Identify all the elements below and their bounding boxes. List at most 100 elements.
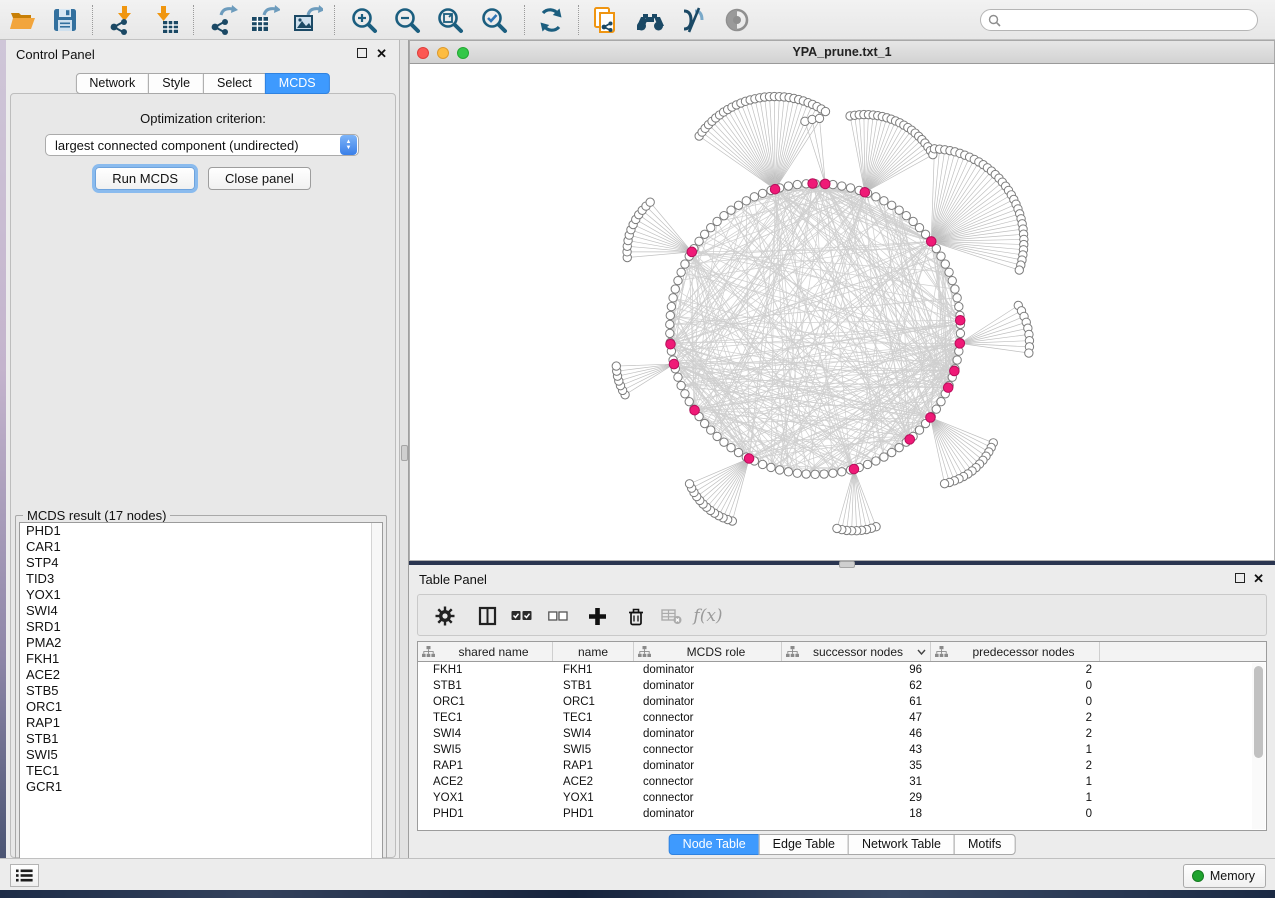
mcds-result-list[interactable]: PHD1CAR1STP4TID3YOX1SWI4SRD1PMA2FKH1ACE2… — [19, 522, 383, 881]
close-table-panel-icon[interactable]: ✕ — [1253, 571, 1264, 587]
table-row[interactable]: ORC1ORC1dominator610 — [418, 694, 1266, 710]
table-row[interactable]: SWI5SWI5connector431 — [418, 742, 1266, 758]
close-panel-icon[interactable]: ✕ — [376, 46, 387, 62]
save-session-button[interactable] — [47, 3, 83, 37]
list-item[interactable]: TEC1 — [20, 763, 382, 779]
control-panel: Control Panel ✕ NetworkStyleSelectMCDS O… — [6, 40, 400, 862]
fx-icon: f(x) — [693, 606, 722, 626]
list-item[interactable]: RAP1 — [20, 715, 382, 731]
show-columns-button[interactable] — [474, 604, 500, 628]
list-item[interactable]: ACE2 — [20, 667, 382, 683]
open-file-button[interactable] — [5, 3, 41, 37]
table-row[interactable]: STB1STB1dominator620 — [418, 678, 1266, 694]
unselect-all-columns-button[interactable] — [545, 604, 571, 628]
tab-network-table[interactable]: Network Table — [848, 834, 955, 855]
memory-status-icon — [1192, 870, 1204, 882]
select-all-columns-button[interactable] — [508, 604, 534, 628]
table-scrollbar-thumb[interactable] — [1254, 666, 1263, 758]
tab-select[interactable]: Select — [203, 73, 266, 94]
new-network-from-selection-button[interactable] — [588, 3, 624, 37]
zoom-in-button[interactable] — [346, 3, 382, 37]
save-session-icon — [51, 6, 79, 34]
zoom-fit-button[interactable] — [432, 3, 468, 37]
table-row[interactable]: RAP1RAP1dominator352 — [418, 758, 1266, 774]
search-box[interactable] — [980, 9, 1258, 31]
column-header-predecessor-nodes[interactable]: predecessor nodes — [931, 642, 1100, 661]
splitter-grip[interactable] — [401, 445, 408, 461]
export-image-button[interactable] — [289, 3, 325, 37]
delete-table-icon — [661, 607, 682, 625]
import-network-button[interactable] — [104, 3, 140, 37]
cell-shared-name: ORC1 — [418, 694, 553, 710]
list-item[interactable]: STP4 — [20, 555, 382, 571]
tab-node-table[interactable]: Node Table — [669, 834, 760, 855]
function-builder-button[interactable]: f(x) — [695, 604, 721, 628]
table-row[interactable]: TEC1TEC1connector472 — [418, 710, 1266, 726]
run-mcds-button[interactable]: Run MCDS — [95, 167, 195, 190]
table-row[interactable]: YOX1YOX1connector291 — [418, 790, 1266, 806]
task-history-button[interactable] — [10, 864, 39, 887]
refresh-button[interactable] — [533, 3, 569, 37]
create-column-button[interactable] — [584, 604, 610, 628]
gear-icon — [435, 606, 455, 626]
network-canvas[interactable] — [409, 64, 1275, 561]
panel-splitter[interactable] — [400, 40, 409, 862]
zoom-selected-button[interactable] — [476, 3, 512, 37]
export-network-button[interactable] — [205, 3, 241, 37]
node-table: shared namenameMCDS rolesuccessor nodesp… — [417, 641, 1267, 831]
import-table-button[interactable] — [148, 3, 184, 37]
table-row[interactable]: ACE2ACE2connector311 — [418, 774, 1266, 790]
list-item[interactable]: PMA2 — [20, 635, 382, 651]
zoom-out-button[interactable] — [389, 3, 425, 37]
delete-table-button[interactable] — [658, 604, 684, 628]
table-row[interactable]: FKH1FKH1dominator962 — [418, 662, 1266, 678]
list-item[interactable]: STB5 — [20, 683, 382, 699]
tab-edge-table[interactable]: Edge Table — [759, 834, 849, 855]
search-input[interactable] — [1006, 13, 1236, 27]
cell-predecessor-nodes: 2 — [931, 726, 1100, 742]
network-window-titlebar[interactable]: YPA_prune.txt_1 — [409, 40, 1275, 64]
table-row[interactable]: PHD1PHD1dominator180 — [418, 806, 1266, 822]
cell-successor-nodes: 18 — [782, 806, 931, 822]
hide-details-button[interactable] — [675, 3, 711, 37]
column-header-shared-name[interactable]: shared name — [418, 642, 553, 661]
mcds-list-scrollbar[interactable] — [371, 523, 382, 880]
list-item[interactable]: SWI4 — [20, 603, 382, 619]
application-window: Control Panel ✕ NetworkStyleSelectMCDS O… — [0, 0, 1275, 898]
tab-style[interactable]: Style — [148, 73, 204, 94]
close-panel-button[interactable]: Close panel — [208, 167, 311, 190]
export-table-button[interactable] — [246, 3, 282, 37]
tab-network[interactable]: Network — [75, 73, 149, 94]
delete-column-button[interactable] — [623, 604, 649, 628]
column-header-name[interactable]: name — [553, 642, 634, 661]
list-item[interactable]: CAR1 — [20, 539, 382, 555]
table-panel-tabs: Node TableEdge TableNetwork TableMotifs — [669, 834, 1016, 855]
first-neighbors-button[interactable] — [632, 3, 668, 37]
float-table-panel-icon[interactable] — [1235, 573, 1245, 583]
list-item[interactable]: SRD1 — [20, 619, 382, 635]
tab-motifs[interactable]: Motifs — [954, 834, 1015, 855]
table-scrollbar[interactable] — [1252, 663, 1265, 829]
show-details-button[interactable] — [719, 3, 755, 37]
list-item[interactable]: FKH1 — [20, 651, 382, 667]
select-stepper-icon: ▲▼ — [340, 135, 357, 155]
list-item[interactable]: YOX1 — [20, 587, 382, 603]
list-item[interactable]: ORC1 — [20, 699, 382, 715]
table-row[interactable]: SWI4SWI4dominator462 — [418, 726, 1266, 742]
table-panel-titlebar: Table Panel ✕ — [409, 565, 1275, 591]
list-item[interactable]: STB1 — [20, 731, 382, 747]
optimization-criterion-select[interactable]: largest connected component (undirected)… — [45, 134, 359, 156]
list-item[interactable]: TID3 — [20, 571, 382, 587]
memory-button[interactable]: Memory — [1183, 864, 1266, 888]
list-item[interactable]: SWI5 — [20, 747, 382, 763]
table-settings-button[interactable] — [432, 604, 458, 628]
column-header-MCDS-role[interactable]: MCDS role — [634, 642, 782, 661]
float-panel-icon[interactable] — [357, 48, 367, 58]
tab-mcds[interactable]: MCDS — [265, 73, 330, 94]
list-item[interactable]: GCR1 — [20, 779, 382, 795]
cell-name: STB1 — [553, 678, 634, 694]
import-network-icon — [106, 4, 138, 36]
cell-name: YOX1 — [553, 790, 634, 806]
list-item[interactable]: PHD1 — [20, 523, 382, 539]
column-header-successor-nodes[interactable]: successor nodes — [782, 642, 931, 661]
